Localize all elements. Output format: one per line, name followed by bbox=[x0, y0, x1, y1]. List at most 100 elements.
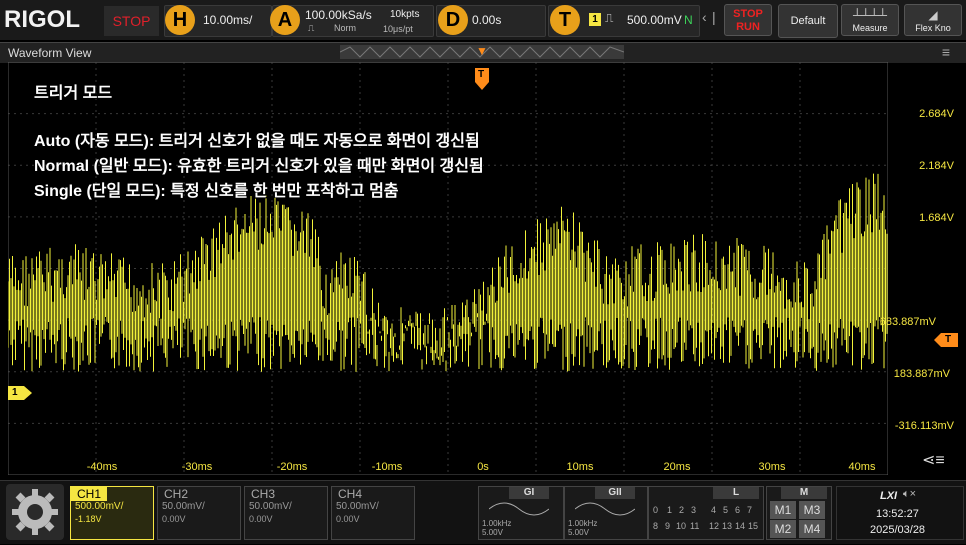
channel-name: CH1 bbox=[71, 487, 108, 501]
generator-1-frequency: 1.00kHz bbox=[482, 519, 512, 528]
logic-bit: 1 bbox=[667, 505, 673, 515]
logic-bit: 15 bbox=[748, 521, 759, 531]
waveform-view-title: Waveform View bbox=[8, 46, 92, 60]
flex-knob-button[interactable]: ◢ Flex Kno bbox=[904, 4, 962, 36]
x-label: -20ms bbox=[276, 461, 308, 473]
x-label: 20ms bbox=[663, 461, 691, 473]
waveform-grid[interactable] bbox=[8, 62, 888, 475]
pulse-icon: ⎍ bbox=[308, 23, 315, 33]
x-label: -10ms bbox=[371, 461, 403, 473]
channel-name: CH3 bbox=[251, 487, 276, 501]
y-label: 1.684V bbox=[919, 212, 954, 224]
trigger-letter[interactable]: T bbox=[550, 5, 580, 35]
channel-scale: 50.00mV/ bbox=[336, 501, 379, 512]
channel-3-box[interactable]: CH3 50.00mV/ 0.00V bbox=[244, 486, 328, 540]
trigger-position-marker-icon: ▼ bbox=[476, 44, 488, 58]
logic-panel[interactable]: L 0 1 2 3 4 5 6 7 8 9 10 11 12 13 14 15 bbox=[648, 486, 764, 540]
collapse-menu-icon[interactable]: ⋖≡ bbox=[922, 450, 945, 470]
y-label: 2.184V bbox=[919, 160, 954, 172]
knob-icon: ◢ bbox=[928, 8, 938, 22]
overlay-line: Normal (일반 모드): 유효한 트리거 신호가 있을 때만 화면이 갱신… bbox=[34, 158, 484, 175]
overlay-line: Single (단일 모드): 특정 신호를 한 번만 포착하고 멈춤 bbox=[34, 183, 399, 200]
logic-bit: 13 bbox=[722, 521, 733, 531]
sine-wave-icon bbox=[575, 502, 635, 516]
math-tag: M bbox=[781, 487, 827, 499]
generator-2-panel[interactable]: GII 1.00kHz 5.00V bbox=[564, 486, 648, 540]
rising-edge-icon: ⎍ bbox=[605, 11, 614, 25]
channel-offset: 0.00V bbox=[249, 514, 273, 524]
x-label: 10ms bbox=[566, 461, 594, 473]
ruler-icon: ┴┴┴┴ bbox=[852, 8, 887, 22]
trigger-source-badge: 1 bbox=[589, 13, 601, 26]
x-label: 40ms bbox=[848, 461, 876, 473]
channel-offset: 0.00V bbox=[162, 514, 186, 524]
sine-wave-icon bbox=[489, 502, 549, 516]
clock-date: 2025/03/28 bbox=[870, 524, 926, 536]
x-label: -40ms bbox=[86, 461, 118, 473]
logic-bit: 10 bbox=[676, 521, 687, 531]
y-label: -316.113mV bbox=[894, 420, 954, 432]
math-m3-button[interactable]: M3 bbox=[799, 501, 825, 519]
channel-offset: 0.00V bbox=[336, 514, 360, 524]
measure-button[interactable]: ┴┴┴┴ Measure bbox=[841, 4, 899, 36]
acquire-mode: Norm bbox=[334, 23, 356, 33]
logic-bit: 4 bbox=[711, 505, 717, 515]
channel-scale: 500.00mV/ bbox=[75, 501, 124, 512]
memory-depth: 10kpts bbox=[390, 9, 420, 20]
y-label: 2.684V bbox=[919, 108, 954, 120]
speaker-muted-icon[interactable]: 🔈︎× bbox=[903, 488, 916, 501]
logic-bit: 14 bbox=[735, 521, 746, 531]
acquire-letter[interactable]: A bbox=[270, 5, 300, 35]
y-label: 683.887mV bbox=[879, 316, 936, 328]
run-label: RUN bbox=[736, 21, 760, 33]
chevron-left-icon[interactable]: ‹ bbox=[702, 9, 707, 25]
logic-bit: 2 bbox=[679, 505, 685, 515]
channel-1-box[interactable]: CH1 500.00mV/ -1.18V bbox=[70, 486, 154, 540]
logic-bit: 8 bbox=[653, 521, 659, 531]
stop-run-button[interactable]: STOP RUN bbox=[724, 4, 772, 36]
generator-2-amplitude: 5.00V bbox=[568, 528, 589, 537]
ch1-offset-marker[interactable]: 1 bbox=[8, 386, 32, 400]
channel-name: CH2 bbox=[164, 487, 189, 501]
trigger-level-marker[interactable]: T bbox=[934, 333, 958, 347]
default-button[interactable]: Default bbox=[778, 4, 838, 38]
channel-name: CH4 bbox=[338, 487, 363, 501]
run-state-indicator[interactable]: STOP bbox=[104, 6, 159, 36]
trigger-marker-label: T bbox=[478, 69, 485, 80]
channel-4-box[interactable]: CH4 50.00mV/ 0.00V bbox=[331, 486, 415, 540]
trigger-coupling-mark: N bbox=[684, 13, 693, 27]
math-panel[interactable]: M M1 M3 M2 M4 bbox=[766, 486, 832, 540]
separator-icon: | bbox=[712, 9, 716, 25]
math-m1-button[interactable]: M1 bbox=[770, 501, 796, 519]
measure-label: Measure bbox=[852, 23, 888, 33]
stop-label: STOP bbox=[733, 8, 763, 20]
trigger-time-marker[interactable]: T bbox=[475, 68, 489, 90]
gear-icon bbox=[12, 489, 58, 535]
generator-2-frequency: 1.00kHz bbox=[568, 519, 598, 528]
math-m2-button[interactable]: M2 bbox=[770, 520, 796, 538]
generator-1-amplitude: 5.00V bbox=[482, 528, 503, 537]
top-toolbar: RIGOL STOP H 10.00ms/ A 100.00kSa/s 10kp… bbox=[0, 0, 966, 40]
logic-bit: 7 bbox=[747, 505, 753, 515]
clock-time: 13:52:27 bbox=[876, 508, 919, 520]
overlay-line: Auto (자동 모드): 트리거 신호가 없을 때도 자동으로 화면이 갱신됨 bbox=[34, 133, 480, 150]
x-label: 0s bbox=[477, 461, 489, 473]
horizontal-letter[interactable]: H bbox=[165, 5, 195, 35]
ch1-marker-label: 1 bbox=[12, 387, 18, 398]
generator-1-tag: GI bbox=[509, 487, 549, 499]
channel-scale: 50.00mV/ bbox=[162, 501, 205, 512]
flex-knob-label: Flex Kno bbox=[915, 23, 951, 33]
delay-letter[interactable]: D bbox=[438, 5, 468, 35]
channel-2-box[interactable]: CH2 50.00mV/ 0.00V bbox=[157, 486, 241, 540]
settings-gear-button[interactable] bbox=[6, 484, 64, 540]
generator-2-tag: GII bbox=[595, 487, 635, 499]
brand-logo: RIGOL bbox=[4, 6, 80, 33]
math-m4-button[interactable]: M4 bbox=[799, 520, 825, 538]
logic-bit: 12 bbox=[709, 521, 720, 531]
generator-1-panel[interactable]: GI 1.00kHz 5.00V bbox=[478, 486, 564, 540]
trigger-level: 500.00mV bbox=[627, 13, 682, 27]
channel-offset: -1.18V bbox=[75, 514, 102, 524]
hamburger-menu-icon[interactable]: ≡ bbox=[942, 44, 950, 60]
trigger-level-marker-label: T bbox=[945, 334, 952, 345]
lxi-logo: LXI bbox=[880, 490, 898, 502]
